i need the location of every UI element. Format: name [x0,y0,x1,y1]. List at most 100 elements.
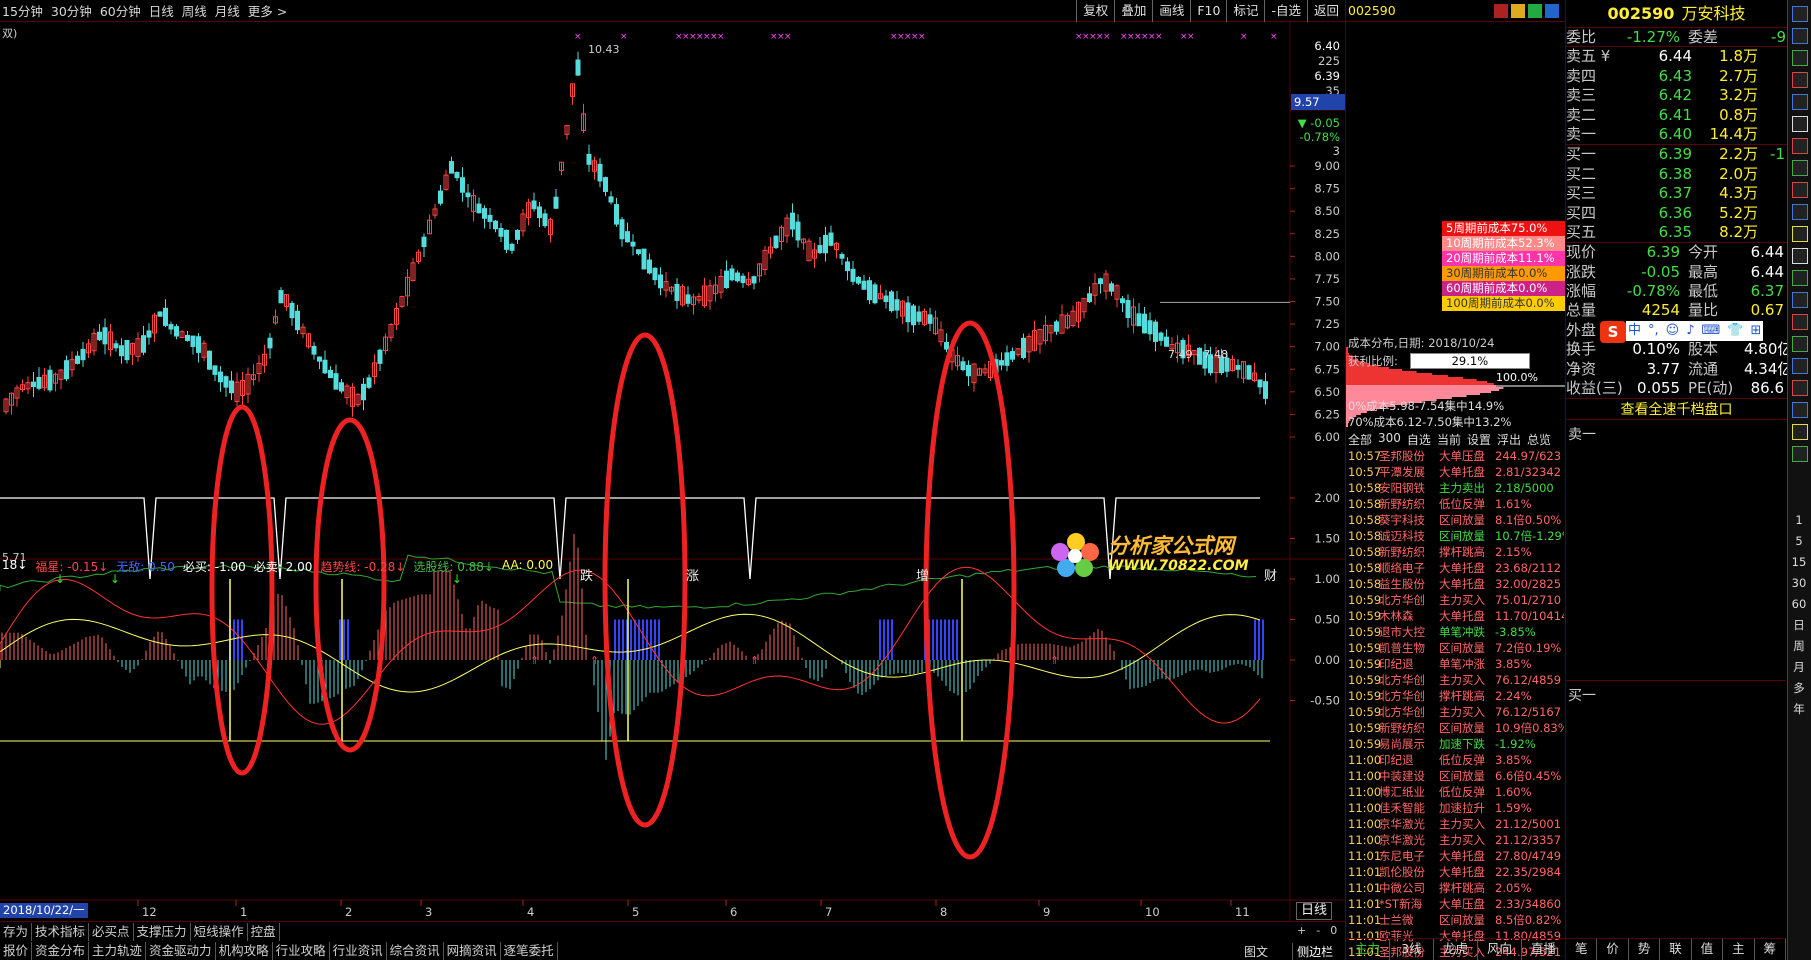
side-tool-icon[interactable] [1791,94,1808,110]
side-period-60[interactable]: 60 [1792,594,1807,615]
feed-row[interactable]: 10:58新野纺织 低位反弹 1.61% [1348,496,1564,512]
function-tab-3[interactable]: 资金驱动力 [146,941,216,960]
period-tab-more[interactable]: 更多 > [248,1,287,20]
side-tool-icon[interactable] [1791,336,1808,352]
feed-row[interactable]: 10:59凯普生物 区间放量 7.2倍0.19% [1348,640,1564,656]
feed-filter-0[interactable]: 全部 [1348,431,1372,448]
feed-filter-4[interactable]: 设置 [1467,431,1491,448]
feed-row[interactable]: 11:00佳禾智能 加速拉升 1.59% [1348,800,1564,816]
feed-filter-3[interactable]: 当前 [1437,431,1461,448]
mid-bottom-tab-0[interactable]: 主力 [1346,939,1390,960]
feed-row[interactable]: 11:01士兰微 区间放量 8.5倍0.82% [1348,912,1564,928]
feed-row[interactable]: 10:58顺络电子 大单托盘 23.68/2112 [1348,560,1564,576]
ime-item-2[interactable]: ☺ [1666,321,1680,340]
ime-item-6[interactable]: ⊞ [1750,321,1761,340]
buy-order-row[interactable]: 买一 6.39 2.2万 -1 [1566,145,1787,164]
right-bottom-tab-5[interactable]: 主 [1723,939,1755,960]
bottom-tab-1[interactable]: 技术指标 [32,922,90,941]
side-tool-icon[interactable] [1791,116,1808,132]
feed-row[interactable]: 10:59新野纺织 区间放量 10.9倍0.83% [1348,720,1564,736]
mid-bottom-tab-3[interactable]: 风向 [1478,939,1522,960]
side-period-年[interactable]: 年 [1793,699,1805,720]
feed-filter-5[interactable]: 浮出 [1497,431,1521,448]
feed-row[interactable]: 11:01凯伦股份 大单托盘 22.35/2984 [1348,864,1564,880]
panel-icon-d[interactable] [1545,3,1559,18]
feed-row[interactable]: 10:59北方华创 撑杆跳高 2.24% [1348,688,1564,704]
period-tab-month[interactable]: 月线 [215,1,240,20]
side-tool-icon[interactable] [1791,424,1808,440]
side-tool-icon[interactable] [1791,72,1808,88]
side-period-5[interactable]: 5 [1795,531,1802,552]
function-tab-2[interactable]: 主力轨迹 [89,941,147,960]
right-bottom-tab-4[interactable]: 值 [1692,939,1724,960]
sell-order-row[interactable]: 卖二 6.41 0.8万 [1566,106,1787,125]
period-tab-day[interactable]: 日线 [149,1,174,20]
period-tab-60min[interactable]: 60分钟 [100,1,141,20]
side-tool-icon[interactable] [1791,358,1808,374]
side-tool-icon[interactable] [1791,182,1808,198]
side-tool-icon[interactable] [1791,160,1808,176]
side-period-多[interactable]: 多 [1793,678,1805,699]
zoom-out-button[interactable]: - [1316,924,1320,937]
mark-button[interactable]: 标记 [1226,0,1264,22]
sell-order-row[interactable]: 卖五 ¥ 6.44 1.8万 [1566,47,1787,66]
right-bottom-tab-3[interactable]: 联 [1660,939,1692,960]
feed-row[interactable]: 11:01中微公司 撑杆跳高 2.05% [1348,880,1564,896]
feed-row[interactable]: 11:00京华激光 主力买入 21.12/5001 [1348,816,1564,832]
function-tab-6[interactable]: 行业资讯 [330,941,387,960]
feed-filter-6[interactable]: 总览 [1527,431,1551,448]
bottom-tab-4[interactable]: 短线操作 [191,922,248,941]
ime-item-4[interactable]: ⌨ [1702,321,1721,340]
period-tab-week[interactable]: 周线 [182,1,207,20]
function-tab-4[interactable]: 机构攻略 [216,941,273,960]
feed-row[interactable]: 11:01*ST新海 大单压盘 2.33/34860 [1348,896,1564,912]
side-tool-icon[interactable] [1791,446,1808,462]
side-tool-icon[interactable] [1791,50,1808,66]
side-tool-icon[interactable] [1791,292,1808,308]
mid-bottom-tab-1[interactable]: 3线 [1390,939,1434,960]
bottom-tab-5[interactable]: 控盘 [248,922,280,941]
side-period-周[interactable]: 周 [1793,636,1805,657]
feed-row[interactable]: 10:59北方华创 主力买入 76.12/4859 [1348,672,1564,688]
feed-row[interactable]: 10:58新野纺织 撑杆跳高 2.15% [1348,544,1564,560]
right-bottom-tab-6[interactable]: 筹 [1755,939,1786,960]
function-tab-9[interactable]: 逐笔委托 [501,941,558,960]
buy-order-row[interactable]: 买五 6.35 8.2万 [1566,223,1787,242]
feed-row[interactable]: 11:00中装建设 区间放量 6.6倍0.45% [1348,768,1564,784]
function-tab-5[interactable]: 行业攻略 [273,941,330,960]
feed-row[interactable]: 10:59北方华创 主力买入 76.12/5167 [1348,704,1564,720]
period-tab-15min[interactable]: 15分钟 [2,1,43,20]
right-bottom-tab-1[interactable]: 价 [1597,939,1629,960]
bottom-tab-2[interactable]: 必买点 [89,922,134,941]
side-period-30[interactable]: 30 [1792,573,1807,594]
bottom-tab-3[interactable]: 支撑压力 [134,922,191,941]
function-tab-8[interactable]: 网摘资讯 [444,941,501,960]
feed-filter-2[interactable]: 自选 [1407,431,1431,448]
restore-rights-button[interactable]: 复权 [1076,0,1114,22]
panel-icon-a[interactable] [1494,3,1508,18]
remove-watchlist-button[interactable]: -自选 [1264,0,1307,22]
right-bottom-tab-2[interactable]: 势 [1629,939,1661,960]
function-tab-0[interactable]: 报价 [0,941,33,960]
zoom-in-button[interactable]: + [1297,924,1306,937]
feed-row[interactable]: 10:58益生股份 大单托盘 32.00/2825 [1348,576,1564,592]
buy-order-row[interactable]: 买二 6.38 2.0万 [1566,165,1787,184]
feed-row[interactable]: 10:59北方华创 主力买入 75.01/2710 [1348,592,1564,608]
ime-item-1[interactable]: °, [1648,321,1659,340]
function-tab-1[interactable]: 资金分布 [32,941,90,960]
feed-row[interactable]: 10:58诚迈科技区间放量 10.7倍-1.29% [1348,528,1564,544]
side-tool-icon[interactable] [1791,380,1808,396]
side-tool-icon[interactable] [1791,226,1808,242]
feed-row[interactable]: 11:00京华激光 主力买入 21.12/3357 [1348,832,1564,848]
feed-row[interactable]: 10:59退市大控 单笔冲跌 -3.85% [1348,624,1564,640]
side-period-月[interactable]: 月 [1793,657,1805,678]
sell-order-row[interactable]: 卖一 6.40 14.4万 [1566,125,1787,144]
f10-button[interactable]: F10 [1190,0,1226,22]
draw-line-button[interactable]: 画线 [1152,0,1190,22]
feed-row[interactable]: 10:59印纪退 单笔冲涨 3.85% [1348,656,1564,672]
panel-icon-c[interactable] [1528,3,1542,18]
ime-item-0[interactable]: 中 [1628,321,1641,340]
feed-row[interactable]: 10:59易尚展示 加速下跌 -1.92% [1348,736,1564,752]
feed-filter-1[interactable]: 300 [1378,431,1401,448]
feed-row[interactable]: 11:01东尼电子 大单托盘 27.80/4749 [1348,848,1564,864]
